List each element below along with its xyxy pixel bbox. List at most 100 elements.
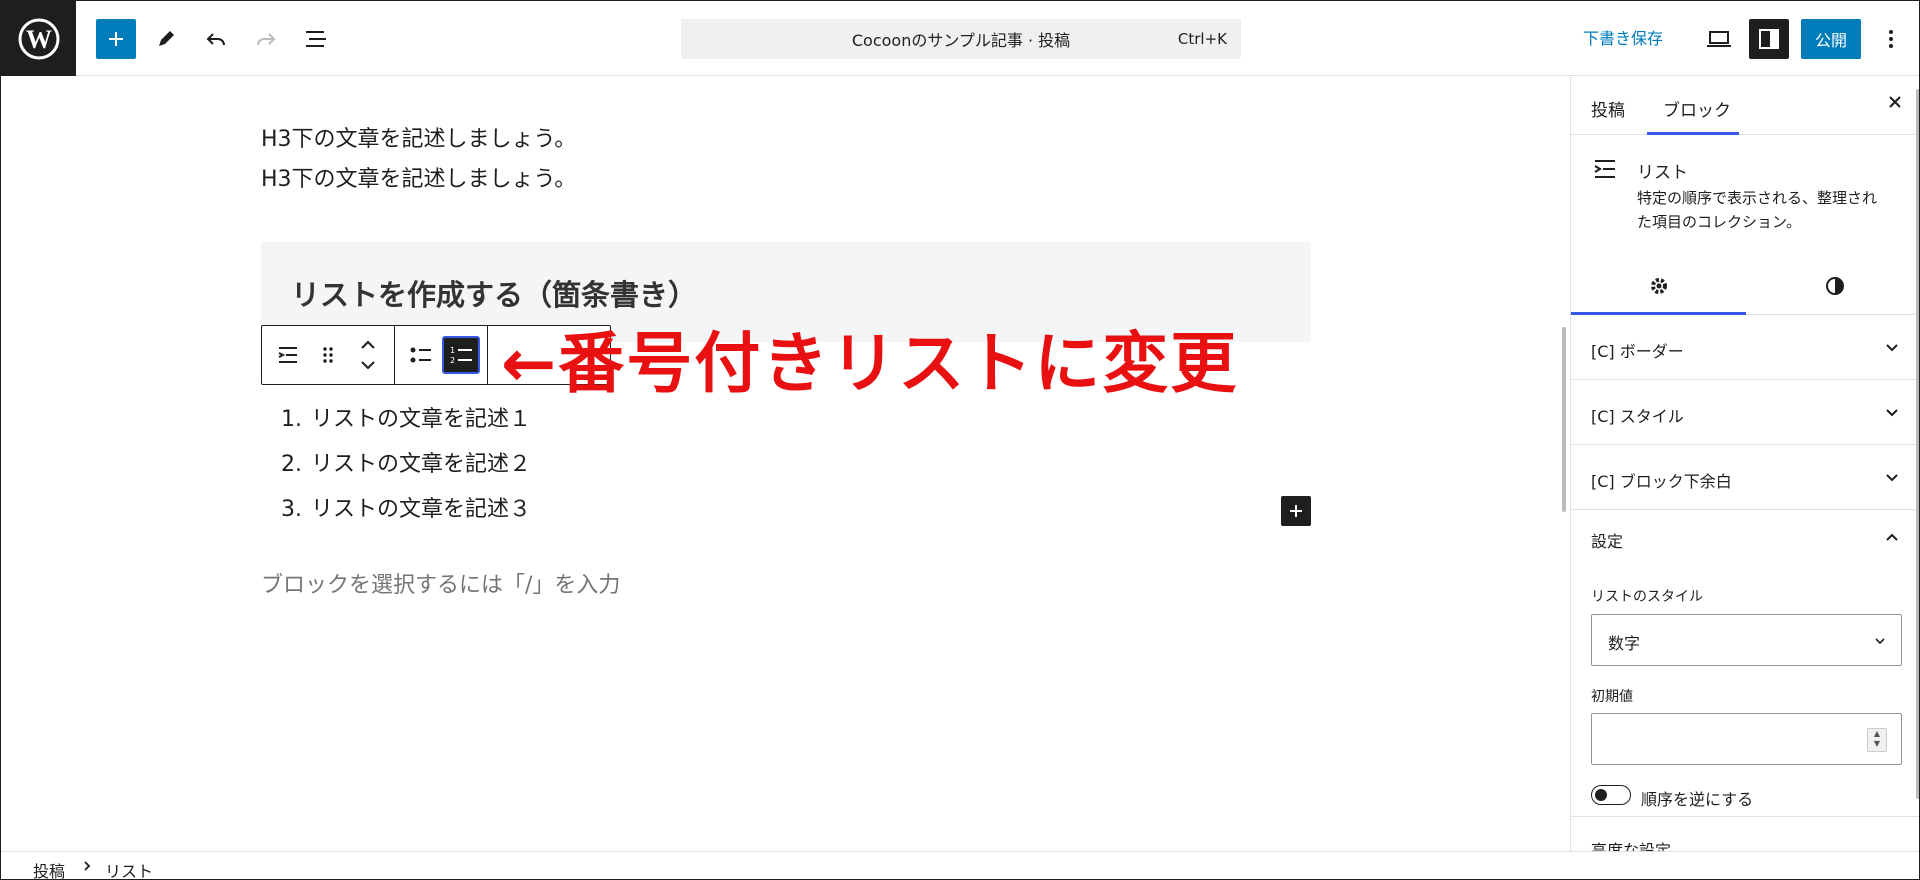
wordpress-logo[interactable]: W xyxy=(1,1,76,76)
add-block-button[interactable] xyxy=(1281,496,1311,526)
canvas-scrollbar[interactable] xyxy=(1562,327,1566,512)
chevron-down-icon xyxy=(1884,339,1900,359)
paragraph-block[interactable]: H3下の文章を記述しましょう。 xyxy=(261,121,576,153)
tab-block[interactable]: ブロック xyxy=(1663,96,1731,121)
settings-sidebar: 投稿 ブロック リスト 特定の順序で表示される、整理された項目のコレクション。 xyxy=(1570,77,1919,851)
svg-text:W: W xyxy=(26,25,52,54)
settings-toggle-button[interactable] xyxy=(1749,19,1789,59)
panel-title[interactable]: 設定 xyxy=(1591,528,1623,552)
redo-icon xyxy=(257,33,276,46)
panel-title: [C] スタイル xyxy=(1591,407,1684,426)
reverse-order-toggle[interactable] xyxy=(1591,785,1631,805)
list-item-text: リストの文章を記述３ xyxy=(311,497,532,522)
options-button[interactable] xyxy=(1871,19,1911,59)
plus-icon xyxy=(1290,505,1302,517)
editor-window: W Cocoonのサンプル記事 · 投稿 Ctrl+K 下書き保存 公開 H3下… xyxy=(0,0,1920,880)
active-tab-indicator xyxy=(1647,132,1739,135)
list-type-group: 12 xyxy=(395,326,488,384)
list-style-label: リストのスタイル xyxy=(1591,589,1703,605)
panel-title: [C] ブロック下余白 xyxy=(1591,472,1732,491)
start-value-label: 初期値 xyxy=(1591,689,1633,705)
breadcrumb-list[interactable]: リスト xyxy=(105,858,153,879)
block-inserter-button[interactable] xyxy=(96,19,136,59)
document-title: Cocoonのサンプル記事 · 投稿 xyxy=(851,31,1071,50)
start-value-input[interactable]: ▲ ▼ xyxy=(1591,713,1902,765)
sidebar-icon xyxy=(1759,29,1779,49)
ordered-list-button[interactable]: 12 xyxy=(442,336,480,374)
panel-advanced[interactable]: 高度な設定 xyxy=(1571,816,1919,851)
close-icon xyxy=(1889,96,1901,108)
heading-text: リストを作成する（箇条書き） xyxy=(291,278,698,312)
close-sidebar-button[interactable] xyxy=(1886,93,1904,115)
tab-settings[interactable] xyxy=(1571,257,1746,315)
undo-icon xyxy=(206,33,225,46)
undo-button[interactable] xyxy=(196,19,236,59)
paragraph-block[interactable]: H3下の文章を記述しましょう。 xyxy=(261,161,576,193)
list-item[interactable]: 2. リストの文章を記述２ xyxy=(281,442,531,487)
list-item-text: リストの文章を記述２ xyxy=(311,452,532,477)
list-item[interactable]: 3. リストの文章を記述３ xyxy=(281,487,531,532)
list-view-icon xyxy=(306,31,326,47)
wordpress-icon: W xyxy=(18,18,59,59)
svg-text:1: 1 xyxy=(450,346,455,355)
list-number: 3. xyxy=(281,497,302,522)
active-subtab-indicator xyxy=(1571,312,1746,315)
tab-styles[interactable] xyxy=(1747,257,1919,315)
save-draft-button[interactable]: 下書き保存 xyxy=(1583,25,1663,49)
panel-style[interactable]: [C] スタイル xyxy=(1571,381,1919,445)
panel-settings: 設定 リストのスタイル 数字 初期値 ▲ ▼ 順序を逆にする xyxy=(1571,506,1919,816)
svg-text:2: 2 xyxy=(450,356,455,365)
list-number: 1. xyxy=(281,407,302,432)
block-card: リスト 特定の順序で表示される、整理された項目のコレクション。 xyxy=(1571,136,1919,236)
pencil-icon xyxy=(159,31,174,46)
preview-button[interactable] xyxy=(1699,19,1739,59)
contrast-icon xyxy=(1825,277,1844,295)
chevron-up-down-icon xyxy=(361,340,375,370)
list-block-icon xyxy=(278,347,297,363)
numbered-list-icon: 12 xyxy=(450,346,472,365)
editor-canvas: H3下の文章を記述しましょう。 H3下の文章を記述しましょう。 リストを作成する… xyxy=(1,77,1569,851)
panel-title: 高度な設定 xyxy=(1591,841,1672,851)
bullet-list-icon xyxy=(410,347,431,363)
move-up-down-button[interactable] xyxy=(350,337,386,373)
list-item-text: リストの文章を記述１ xyxy=(311,407,532,432)
more-vertical-icon xyxy=(1889,30,1893,48)
list-style-select[interactable]: 数字 xyxy=(1591,614,1902,666)
sidebar-tabs: 投稿 ブロック xyxy=(1571,77,1919,135)
sidebar-scrollbar[interactable] xyxy=(1916,89,1919,799)
drag-handle[interactable] xyxy=(310,337,346,373)
list-block-icon xyxy=(1593,158,1617,184)
chevron-down-icon xyxy=(1873,633,1887,652)
breadcrumb-post[interactable]: 投稿 xyxy=(33,858,65,879)
command-shortcut: Ctrl+K xyxy=(1177,30,1227,48)
list-style-value: 数字 xyxy=(1608,634,1641,653)
list-item[interactable]: 1. リストの文章を記述１ xyxy=(281,397,531,442)
list-view-button[interactable] xyxy=(296,19,336,59)
breadcrumb: 投稿 リスト xyxy=(1,851,1919,879)
toggle-knob xyxy=(1595,789,1607,801)
chevron-down-icon xyxy=(1884,404,1900,424)
chevron-right-icon xyxy=(81,858,93,877)
unordered-list-button[interactable] xyxy=(403,337,439,373)
tab-post[interactable]: 投稿 xyxy=(1591,96,1625,121)
panel-bottom-margin[interactable]: [C] ブロック下余白 xyxy=(1571,446,1919,510)
editor-header: W Cocoonのサンプル記事 · 投稿 Ctrl+K 下書き保存 公開 xyxy=(1,1,1919,76)
list-icon xyxy=(1594,160,1615,178)
plus-icon xyxy=(109,32,123,46)
chevron-up-icon[interactable] xyxy=(1884,529,1900,549)
toolbar-more-group xyxy=(488,326,500,384)
numbered-list-block[interactable]: 1. リストの文章を記述１ 2. リストの文章を記述２ 3. リストの文章を記述３ xyxy=(281,397,531,532)
block-title: リスト xyxy=(1637,163,1688,183)
block-switcher-group xyxy=(262,326,395,384)
block-type-button[interactable] xyxy=(270,337,306,373)
inspector-tabs xyxy=(1571,257,1919,315)
number-spinner[interactable]: ▲ ▼ xyxy=(1867,728,1887,752)
block-placeholder[interactable]: ブロックを選択するには「/」を入力 xyxy=(261,567,620,599)
tools-button[interactable] xyxy=(146,19,186,59)
command-palette[interactable]: Cocoonのサンプル記事 · 投稿 Ctrl+K xyxy=(681,19,1241,59)
redo-button[interactable] xyxy=(246,19,286,59)
list-number: 2. xyxy=(281,452,302,477)
panel-border[interactable]: [C] ボーダー xyxy=(1571,316,1919,380)
publish-button[interactable]: 公開 xyxy=(1801,19,1861,59)
annotation-text: ←番号付きリストに変更 xyxy=(501,325,1239,402)
